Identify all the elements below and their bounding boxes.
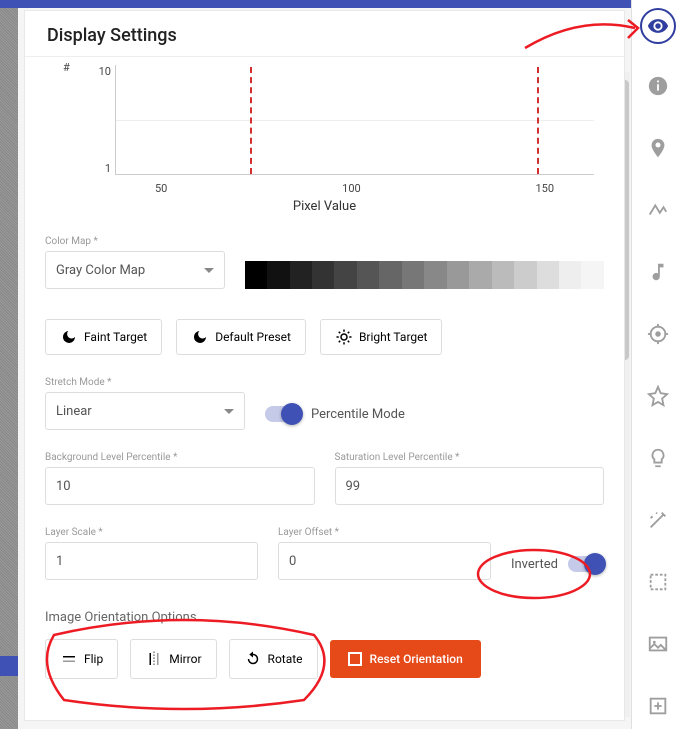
eye-icon[interactable] bbox=[640, 8, 676, 44]
selection-icon[interactable] bbox=[638, 562, 678, 602]
chevron-down-icon bbox=[224, 409, 234, 414]
add-icon[interactable] bbox=[638, 686, 678, 726]
sun-icon bbox=[335, 328, 353, 346]
color-map-select[interactable]: Gray Color Map bbox=[45, 251, 225, 289]
layer-scale-input[interactable] bbox=[45, 542, 258, 580]
orientation-section-title: Image Orientation Options bbox=[45, 610, 604, 625]
target-icon[interactable] bbox=[638, 314, 678, 354]
panel-title: Display Settings bbox=[47, 25, 602, 46]
mirror-button[interactable]: Mirror bbox=[130, 639, 216, 679]
chart-xlabel: Pixel Value bbox=[45, 199, 604, 214]
color-gradient bbox=[245, 261, 604, 289]
wand-icon[interactable] bbox=[638, 500, 678, 540]
default-preset-button[interactable]: Default Preset bbox=[176, 319, 306, 355]
music-note-icon[interactable] bbox=[638, 252, 678, 292]
info-icon[interactable] bbox=[638, 66, 678, 106]
reset-orientation-button[interactable]: Reset Orientation bbox=[330, 640, 481, 678]
right-toolbar bbox=[631, 0, 683, 729]
background-percentile-input[interactable] bbox=[45, 467, 315, 505]
display-settings-panel: Display Settings # 10 1 50 100 150 Pixel… bbox=[24, 10, 625, 721]
bright-target-button[interactable]: Bright Target bbox=[320, 319, 442, 355]
faint-target-button[interactable]: Faint Target bbox=[45, 319, 162, 355]
layer-offset-input[interactable] bbox=[278, 542, 491, 580]
chevron-down-icon bbox=[204, 268, 214, 273]
image-icon[interactable] bbox=[638, 624, 678, 664]
color-map-label: Color Map * bbox=[45, 236, 225, 247]
stretch-mode-label: Stretch Mode * bbox=[45, 377, 245, 388]
rotate-button[interactable]: Rotate bbox=[229, 639, 318, 679]
pin-icon[interactable] bbox=[638, 128, 678, 168]
flip-icon bbox=[60, 650, 78, 668]
moon-icon bbox=[191, 328, 209, 346]
activity-icon[interactable] bbox=[638, 190, 678, 230]
bulb-icon[interactable] bbox=[638, 438, 678, 478]
histogram-chart: # 10 1 50 100 150 bbox=[45, 65, 604, 195]
stretch-mode-select[interactable]: Linear bbox=[45, 392, 245, 430]
rotate-icon bbox=[244, 650, 262, 668]
moon-icon bbox=[60, 328, 78, 346]
star-icon[interactable] bbox=[638, 376, 678, 416]
mirror-icon bbox=[145, 650, 163, 668]
percentile-mode-toggle[interactable] bbox=[265, 406, 301, 422]
flip-button[interactable]: Flip bbox=[45, 639, 118, 679]
inverted-toggle[interactable] bbox=[568, 556, 604, 572]
saturation-percentile-input[interactable] bbox=[335, 467, 605, 505]
square-icon bbox=[348, 652, 362, 666]
